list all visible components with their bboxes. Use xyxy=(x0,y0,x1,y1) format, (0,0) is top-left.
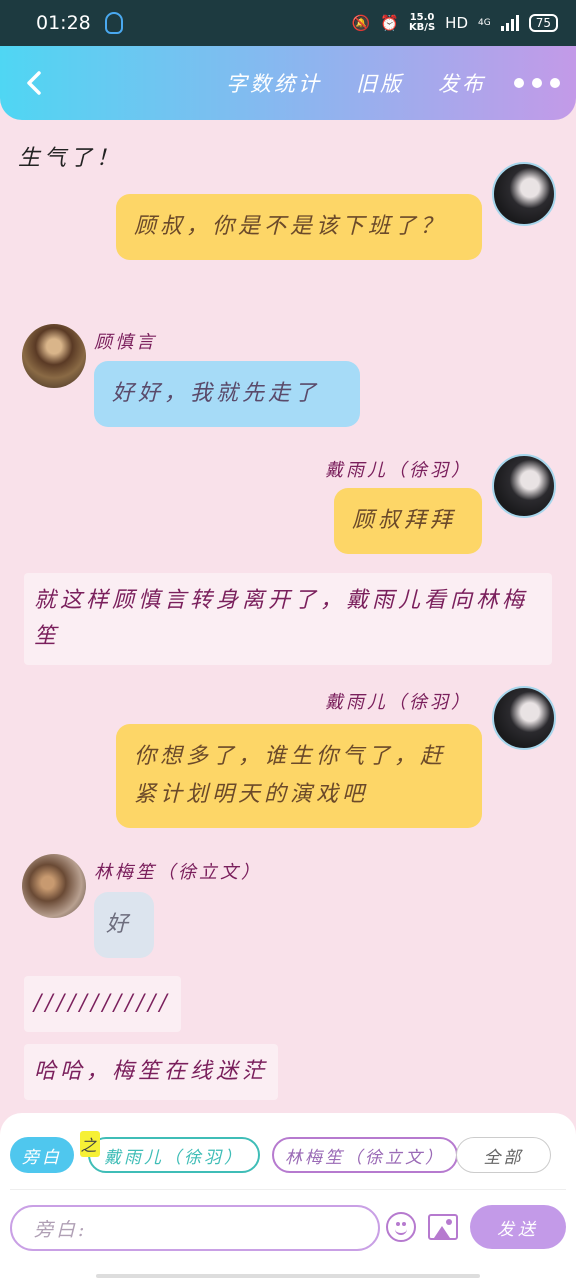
app-header: 字数统计 旧版 发布 xyxy=(0,46,576,120)
old-version-button[interactable]: 旧版 xyxy=(356,68,404,98)
mute-icon: 🔕 xyxy=(351,14,371,32)
message-bubble[interactable]: 顾叔拜拜 xyxy=(334,488,482,554)
message-input[interactable]: 旁白: xyxy=(10,1205,380,1251)
divider xyxy=(10,1189,566,1190)
signal-bars-icon xyxy=(500,15,519,31)
image-icon[interactable] xyxy=(428,1214,458,1240)
role-selector: 旁白 戴雨儿（徐羽） 之 林梅笙（徐立文） 全部 xyxy=(10,1131,566,1173)
composer-panel: 旁白 戴雨儿（徐羽） 之 林梅笙（徐立文） 全部 旁白: 发送 xyxy=(0,1113,576,1280)
alarm-icon: ⏰ xyxy=(380,14,399,32)
chevron-left-icon[interactable] xyxy=(22,70,48,96)
avatar-dai-yuer[interactable] xyxy=(492,454,556,518)
status-time: 01:28 xyxy=(36,12,91,34)
speaker-name: 戴雨儿（徐羽） xyxy=(325,460,472,481)
status-bar: 01:28 🔕 ⏰ 15.0 KB/S HD 4G 75 xyxy=(0,0,576,46)
narration-text: 生气了！ xyxy=(18,146,123,171)
speaker-name: 林梅笙（徐立文） xyxy=(94,862,262,883)
role-chip-dai-yuer[interactable]: 戴雨儿（徐羽） xyxy=(88,1137,260,1173)
network-label: HD xyxy=(445,14,469,32)
speaker-name: 顾慎言 xyxy=(94,332,157,353)
avatar-lin-meisheng[interactable] xyxy=(22,854,86,918)
role-chip-lin-meisheng[interactable]: 林梅笙（徐立文） xyxy=(272,1137,458,1173)
highlight-marker: 之 xyxy=(80,1131,100,1157)
signal-label: 4G xyxy=(478,18,491,28)
speed-unit: KB/S xyxy=(408,22,436,33)
qq-icon xyxy=(104,12,123,34)
speaker-name: 戴雨儿（徐羽） xyxy=(325,692,472,713)
narration-block[interactable]: 哈哈，梅笙在线迷茫 xyxy=(24,1044,279,1100)
narration-block[interactable]: 就这样顾慎言转身离开了，戴雨儿看向林梅笙 xyxy=(24,573,552,665)
battery-icon: 75 xyxy=(528,14,558,32)
avatar-dai-yuer[interactable] xyxy=(492,162,556,226)
word-count-button[interactable]: 字数统计 xyxy=(226,68,322,98)
send-button[interactable]: 发送 xyxy=(470,1205,566,1249)
smiley-icon[interactable] xyxy=(386,1212,416,1242)
role-chip-all[interactable]: 全部 xyxy=(456,1137,551,1173)
chat-area[interactable]: 生气了！ 顾叔，你是不是该下班了？ 顾慎言 好好，我就先走了 戴雨儿（徐羽） 顾… xyxy=(0,120,576,1115)
message-bubble[interactable]: 顾叔，你是不是该下班了？ xyxy=(116,194,482,260)
publish-button[interactable]: 发布 xyxy=(438,68,486,98)
narration-block[interactable]: //////////// xyxy=(24,976,181,1032)
message-bubble[interactable]: 你想多了，谁生你气了，赶紧计划明天的演戏吧 xyxy=(116,724,482,828)
more-dots-icon[interactable] xyxy=(514,78,560,88)
message-bubble[interactable]: 好 xyxy=(94,892,154,958)
message-bubble[interactable]: 好好，我就先走了 xyxy=(94,361,360,427)
header-nav: 字数统计 旧版 发布 xyxy=(226,46,486,120)
home-indicator xyxy=(96,1274,480,1278)
status-right: 🔕 ⏰ 15.0 KB/S HD 4G 75 xyxy=(352,13,558,33)
role-chip-aside[interactable]: 旁白 xyxy=(10,1137,74,1173)
avatar-gu-shenyan[interactable] xyxy=(22,324,86,388)
avatar-dai-yuer[interactable] xyxy=(492,686,556,750)
network-speed: 15.0 KB/S xyxy=(409,13,435,33)
